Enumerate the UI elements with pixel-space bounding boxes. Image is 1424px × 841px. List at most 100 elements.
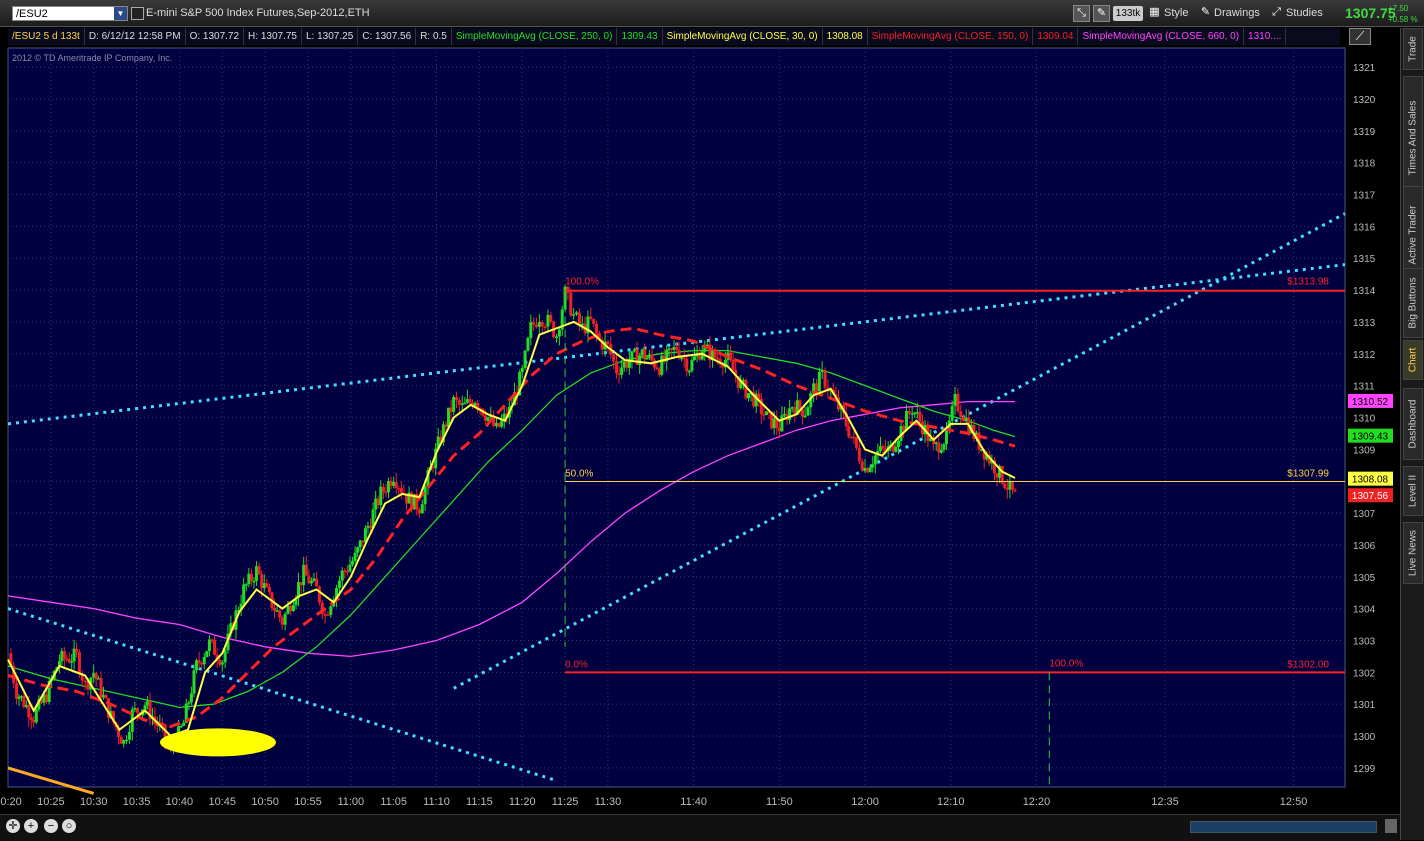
x-tick-label: 12:00 bbox=[851, 796, 879, 808]
info-low: L: 1307.25 bbox=[302, 28, 359, 45]
symbol-input[interactable]: /ESU2 ▼ bbox=[12, 6, 128, 21]
candle-body bbox=[937, 442, 941, 453]
info-high: H: 1307.75 bbox=[244, 28, 302, 45]
candle-body bbox=[731, 359, 735, 371]
candle-body bbox=[497, 423, 501, 427]
candle-body bbox=[317, 586, 321, 603]
candle-body bbox=[348, 564, 352, 572]
candle-body bbox=[275, 610, 279, 612]
candle-body bbox=[389, 480, 393, 486]
candle-body bbox=[366, 525, 370, 529]
candle-body bbox=[417, 509, 421, 514]
candle-body bbox=[45, 694, 49, 702]
tab-dashboard[interactable]: Dashboard bbox=[1403, 388, 1423, 460]
candle-body bbox=[104, 695, 108, 699]
style-icon[interactable]: ▦ bbox=[1146, 5, 1163, 22]
highlight-ellipse bbox=[159, 728, 276, 757]
x-tick-label: 12:10 bbox=[937, 796, 965, 808]
candle-body bbox=[1003, 483, 1007, 488]
candle-body bbox=[29, 717, 33, 720]
candle-body bbox=[242, 584, 246, 604]
candle-body bbox=[630, 351, 634, 361]
candle-body bbox=[495, 423, 499, 426]
studies-icon[interactable]: ⤢ bbox=[1268, 5, 1285, 22]
candle-body bbox=[546, 314, 550, 327]
candle-body bbox=[289, 605, 293, 612]
candle-body bbox=[523, 350, 527, 368]
tab-big-buttons[interactable]: Big Buttons bbox=[1403, 268, 1423, 338]
candle-body bbox=[572, 314, 576, 316]
y-tick-label: 1307 bbox=[1353, 509, 1376, 520]
percent-change: +0.58 % bbox=[1388, 15, 1418, 24]
candle-body bbox=[135, 708, 139, 713]
candle-body bbox=[299, 582, 303, 586]
studies-button[interactable]: Studies bbox=[1286, 5, 1323, 22]
zoom-out-icon[interactable]: − bbox=[44, 819, 58, 833]
candle-body bbox=[860, 461, 864, 471]
crosshair-icon[interactable]: ⤡ bbox=[1073, 5, 1090, 22]
candle-body bbox=[871, 464, 875, 468]
drawings-button[interactable]: Drawings bbox=[1214, 5, 1260, 22]
candle-body bbox=[315, 578, 319, 587]
candle-body bbox=[286, 605, 290, 614]
candle-body bbox=[260, 574, 264, 589]
y-tick-label: 1319 bbox=[1353, 127, 1376, 138]
pan-icon[interactable]: ✛ bbox=[6, 819, 20, 833]
wrench-icon[interactable]: ✎ bbox=[1093, 5, 1110, 22]
candle-body bbox=[1000, 465, 1004, 484]
candle-body bbox=[273, 608, 277, 611]
candle-body bbox=[868, 467, 872, 473]
candle-body bbox=[83, 680, 87, 683]
candle-body bbox=[520, 367, 524, 373]
candle-body bbox=[942, 444, 946, 450]
candle-body bbox=[633, 349, 637, 352]
top-toolbar: /ESU2 ▼ E-mini S&P 500 Index Futures,Sep… bbox=[0, 0, 1424, 27]
candle-body bbox=[329, 606, 333, 615]
chart-info-bar: /ESU2 5 d 133t D: 6/12/12 12:58 PM O: 1307… bbox=[8, 28, 1340, 45]
tab-times-and-sales[interactable]: Times And Sales bbox=[1403, 76, 1423, 200]
candle-body bbox=[852, 436, 856, 439]
candle-body bbox=[200, 662, 204, 665]
x-tick-label: 11:05 bbox=[380, 796, 407, 808]
candle-body bbox=[746, 393, 750, 399]
candle-body bbox=[806, 407, 810, 416]
chart-scrollbar[interactable] bbox=[1190, 821, 1377, 833]
tab-chart[interactable]: Chart bbox=[1403, 340, 1423, 380]
style-button[interactable]: Style bbox=[1164, 5, 1188, 22]
candle-body bbox=[302, 564, 306, 586]
candle-body bbox=[218, 659, 222, 665]
zoom-in-icon[interactable]: + bbox=[24, 819, 38, 833]
candle-body bbox=[625, 361, 629, 368]
x-tick-label: 10:35 bbox=[123, 796, 151, 808]
candle-body bbox=[1013, 489, 1017, 492]
candle-body bbox=[70, 661, 74, 663]
price-chart[interactable]: 1299 1300 1301 1302 1303 1304 1305 1306 1307 1308… bbox=[0, 45, 1400, 815]
candle-body bbox=[537, 321, 541, 327]
scroll-end-button[interactable] bbox=[1385, 819, 1397, 833]
candle-body bbox=[543, 326, 547, 328]
candle-body bbox=[143, 705, 147, 710]
candle-body bbox=[569, 292, 573, 316]
pencil-icon[interactable]: ✎ bbox=[1197, 5, 1214, 22]
candle-body bbox=[847, 426, 851, 437]
tick-aggregation-badge[interactable]: 133tk bbox=[1113, 6, 1143, 21]
candle-body bbox=[119, 736, 123, 744]
candle-body bbox=[379, 486, 383, 506]
tab-live-news[interactable]: Live News bbox=[1403, 522, 1423, 584]
candle-body bbox=[526, 337, 530, 351]
candle-body bbox=[244, 584, 248, 586]
candle-body bbox=[645, 357, 649, 360]
x-tick-label: 10:25 bbox=[37, 796, 65, 808]
candle-body bbox=[457, 400, 461, 405]
tab-trade[interactable]: Trade bbox=[1403, 28, 1423, 70]
candle-body bbox=[27, 704, 31, 718]
zoom-reset-icon[interactable]: ○ bbox=[62, 819, 76, 833]
x-tick-label: 12:50 bbox=[1280, 796, 1308, 808]
symbol-dropdown-icon[interactable]: ▼ bbox=[114, 7, 127, 20]
y-tick-label: 1309 bbox=[1353, 445, 1376, 456]
drawing-tool-icon[interactable]: ⟋ bbox=[1349, 28, 1371, 45]
instrument-title: E-mini S&P 500 Index Futures,Sep-2012,ET… bbox=[146, 7, 370, 19]
candle-body bbox=[849, 436, 853, 439]
tab-level-ii[interactable]: Level II bbox=[1403, 466, 1423, 516]
link-checkbox[interactable] bbox=[131, 7, 144, 20]
